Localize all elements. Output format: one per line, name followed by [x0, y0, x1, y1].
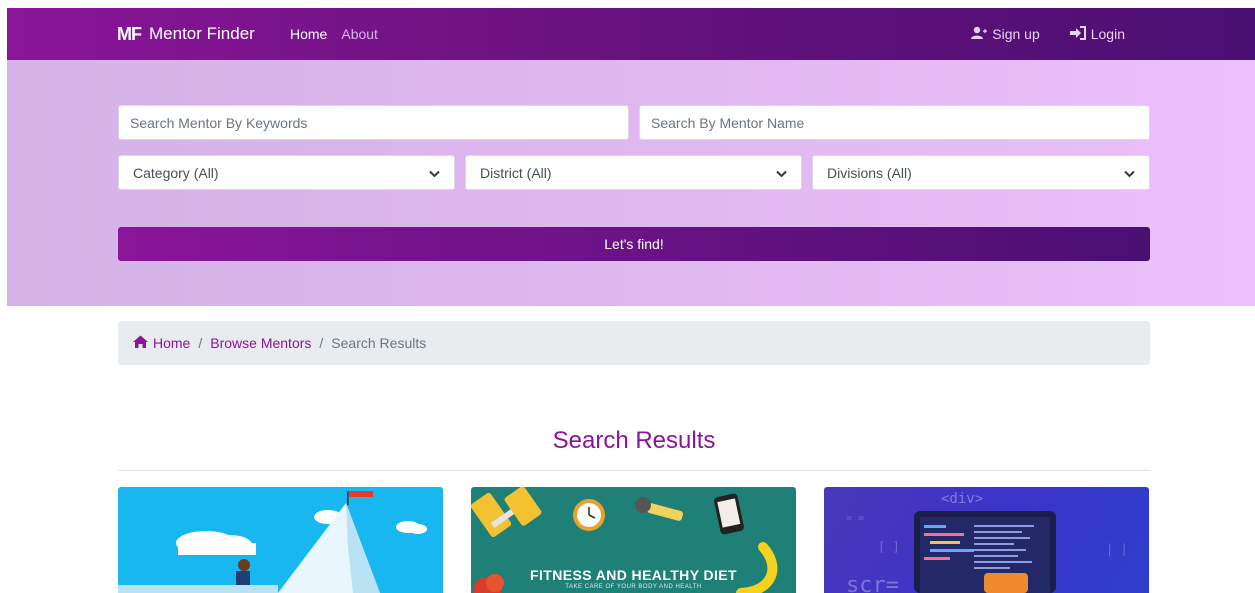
signup-link[interactable]: Sign up	[971, 26, 1040, 43]
brand-link[interactable]: MF Mentor Finder	[117, 8, 255, 60]
breadcrumb-browse-link[interactable]: Browse Mentors	[210, 335, 311, 351]
divisions-select[interactable]: Divisions (All)	[812, 155, 1150, 190]
svg-text:| |: | |	[1106, 542, 1128, 556]
mentor-card-image[interactable]: FITNESS AND HEALTHY DIET TAKE CARE OF YO…	[471, 487, 796, 593]
nav-home-link[interactable]: Home	[290, 26, 327, 42]
breadcrumb-home-link[interactable]: Home	[133, 335, 190, 351]
chevron-down-icon	[776, 165, 787, 181]
search-hero: Search Mentor By Keywords Search By Ment…	[7, 60, 1255, 306]
breadcrumb: Home / Browse Mentors / Search Results	[118, 321, 1150, 365]
login-label: Login	[1090, 26, 1125, 42]
mentor-card-image[interactable]: = = [ ] | | <div> scr=	[824, 487, 1149, 593]
nav-links: Home About	[290, 8, 378, 60]
mentor-card-image[interactable]	[118, 487, 443, 593]
user-plus-icon	[971, 26, 988, 43]
category-select-value: Category (All)	[133, 164, 219, 181]
chevron-down-icon	[429, 165, 440, 181]
card-headline: FITNESS AND HEALTHY DIET	[530, 567, 737, 583]
category-select[interactable]: Category (All)	[118, 155, 455, 190]
svg-text:= =: = =	[846, 513, 864, 524]
brand-name: Mentor Finder	[149, 24, 255, 43]
divisions-select-value: Divisions (All)	[827, 164, 912, 181]
card-code-tag: <div>	[941, 491, 984, 507]
find-button[interactable]: Let's find!	[118, 227, 1150, 261]
keywords-search-input[interactable]: Search Mentor By Keywords	[118, 105, 629, 140]
chevron-down-icon	[1124, 165, 1135, 181]
nav-about-link[interactable]: About	[341, 26, 378, 42]
breadcrumb-separator: /	[319, 335, 324, 351]
district-select[interactable]: District (All)	[465, 155, 802, 190]
breadcrumb-separator: /	[198, 335, 203, 351]
breadcrumb-current: Search Results	[331, 335, 427, 351]
card-subline: TAKE CARE OF YOUR BODY AND HEALTH	[565, 584, 702, 590]
card-code-text: scr=	[846, 573, 899, 593]
mentor-name-search-input[interactable]: Search By Mentor Name	[639, 105, 1150, 140]
results-title: Search Results	[552, 427, 716, 454]
breadcrumb-home-label: Home	[153, 335, 191, 351]
signup-label: Sign up	[992, 26, 1040, 42]
login-link[interactable]: Login	[1069, 25, 1125, 43]
results-divider	[118, 470, 1150, 471]
district-select-value: District (All)	[480, 164, 552, 181]
sign-in-icon	[1069, 25, 1086, 43]
navbar: MF Mentor Finder Home About Sign up Logi…	[7, 8, 1255, 60]
mountain-illustration	[118, 491, 427, 593]
nav-auth: Sign up Login	[971, 8, 1125, 60]
home-icon	[133, 335, 148, 351]
svg-text:[ ]: [ ]	[878, 540, 900, 554]
brand-logo: MF	[117, 23, 142, 44]
